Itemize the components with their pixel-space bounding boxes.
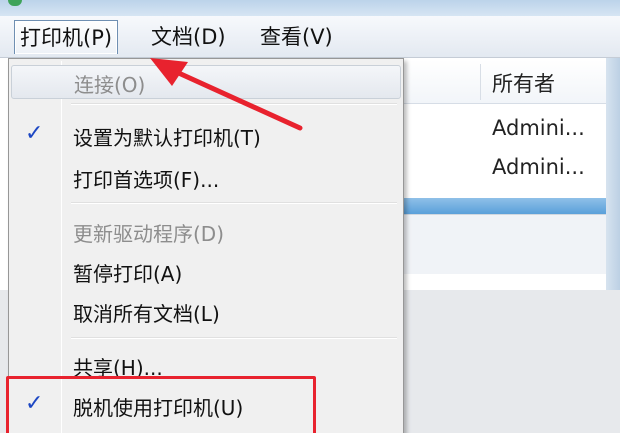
menu-item-set-default-printer[interactable]: ✓ 设置为默认打印机(T)	[11, 119, 401, 153]
menu-separator	[71, 103, 397, 105]
app-icon	[8, 0, 22, 6]
menu-item-label: 打印首选项(F)...	[73, 168, 220, 192]
menu-printer[interactable]: 打印机(P)	[14, 20, 119, 54]
progress-strip	[400, 198, 612, 214]
column-separator[interactable]	[480, 64, 481, 100]
menubar: 打印机(P) 文档(D) 查看(V)	[0, 16, 620, 58]
menu-item-update-driver[interactable]: 更新驱动程序(D)	[11, 215, 401, 249]
status-panel	[400, 214, 620, 274]
annotation-highlight-box	[6, 376, 316, 433]
menu-item-connect[interactable]: 连接(O)	[11, 65, 401, 99]
menu-item-label: 设置为默认打印机(T)	[73, 126, 261, 150]
menu-item-label: 更新驱动程序(D)	[73, 222, 225, 246]
menu-view[interactable]: 查看(V)	[255, 20, 338, 54]
menu-item-label: 暂停打印(A)	[73, 262, 183, 286]
menu-item-label: 连接(O)	[74, 73, 146, 97]
menu-separator	[71, 202, 397, 204]
menu-item-pause-printing[interactable]: 暂停打印(A)	[11, 255, 401, 289]
menu-document[interactable]: 文档(D)	[146, 20, 231, 54]
table-row-owner[interactable]: Admini...	[492, 155, 585, 179]
menu-item-printing-preferences[interactable]: 打印首选项(F)...	[11, 161, 401, 195]
column-header: 所有者	[400, 60, 620, 104]
checkmark-icon: ✓	[25, 121, 44, 146]
menu-item-cancel-all-documents[interactable]: 取消所有文档(L)	[11, 295, 401, 329]
menu-separator	[71, 337, 397, 339]
window-title-strip	[0, 0, 620, 16]
table-row-owner[interactable]: Admini...	[492, 116, 585, 140]
window-right-frame	[606, 58, 620, 290]
column-header-owner[interactable]: 所有者	[492, 68, 555, 98]
menu-item-label: 取消所有文档(L)	[73, 302, 220, 326]
